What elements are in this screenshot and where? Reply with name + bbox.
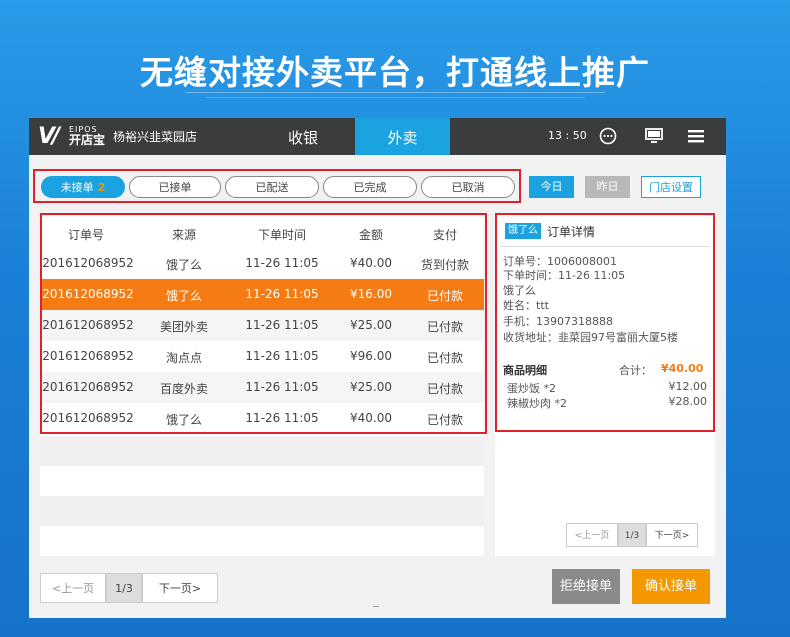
top-bar: V/ EIPOS 开店宝 杨裕兴韭菜园店 收银 外卖 13 : 50 <box>29 118 726 155</box>
detail-prev-page-button[interactable]: <上一页 <box>566 523 618 547</box>
headline-rule <box>185 92 605 93</box>
tab-cashier[interactable]: 收银 <box>253 118 353 155</box>
table-highlight-box <box>40 213 487 434</box>
store-name: 杨裕兴韭菜园店 <box>113 130 198 144</box>
accept-order-button[interactable]: 确认接单 <box>632 569 710 604</box>
chat-icon[interactable] <box>598 127 618 145</box>
page-indicator: 1/3 <box>106 573 142 603</box>
next-page-button[interactable]: 下一页> <box>142 573 218 603</box>
tab-takeout[interactable]: 外卖 <box>355 118 450 155</box>
headline-rule-secondary <box>205 97 585 98</box>
filter-tab-cancelled[interactable]: 已取消 <box>421 176 515 198</box>
bottom-handle <box>373 606 379 607</box>
filter-tab-completed[interactable]: 已完成 <box>323 176 417 198</box>
page: 无缝对接外卖平台，打通线上推广 V/ EIPOS 开店宝 杨裕兴韭菜园店 收银 … <box>0 0 790 637</box>
brand-name: 开店宝 <box>69 133 106 147</box>
today-button[interactable]: 今日 <box>529 176 574 198</box>
promo-headline: 无缝对接外卖平台，打通线上推广 <box>140 53 650 92</box>
empty-row <box>40 496 484 526</box>
store-settings-button[interactable]: 门店设置 <box>641 176 701 198</box>
filter-tab-accepted[interactable]: 已接单 <box>129 176 221 198</box>
clock: 13 : 50 <box>548 129 587 142</box>
logo-mark: V/ <box>38 124 60 149</box>
empty-row <box>40 466 484 496</box>
monitor-icon[interactable] <box>644 127 664 145</box>
pending-count-badge: 2 <box>97 181 106 194</box>
yesterday-button[interactable]: 昨日 <box>585 176 630 198</box>
filter-tab-label: 未接单 <box>60 181 94 194</box>
prev-page-button[interactable]: <上一页 <box>40 573 106 603</box>
detail-highlight-box <box>495 213 715 432</box>
empty-row <box>40 436 484 466</box>
filter-tab-pending[interactable]: 未接单 2 <box>41 176 125 198</box>
brand-logo: EIPOS 开店宝 <box>69 124 105 146</box>
empty-row <box>40 526 484 556</box>
reject-order-button[interactable]: 拒绝接单 <box>552 569 620 604</box>
filter-tab-delivered[interactable]: 已配送 <box>225 176 319 198</box>
pos-app-window: V/ EIPOS 开店宝 杨裕兴韭菜园店 收银 外卖 13 : 50 未接单 2… <box>29 118 726 618</box>
detail-page-indicator: 1/3 <box>618 523 646 547</box>
detail-next-page-button[interactable]: 下一页> <box>646 523 698 547</box>
menu-icon[interactable] <box>686 127 706 145</box>
